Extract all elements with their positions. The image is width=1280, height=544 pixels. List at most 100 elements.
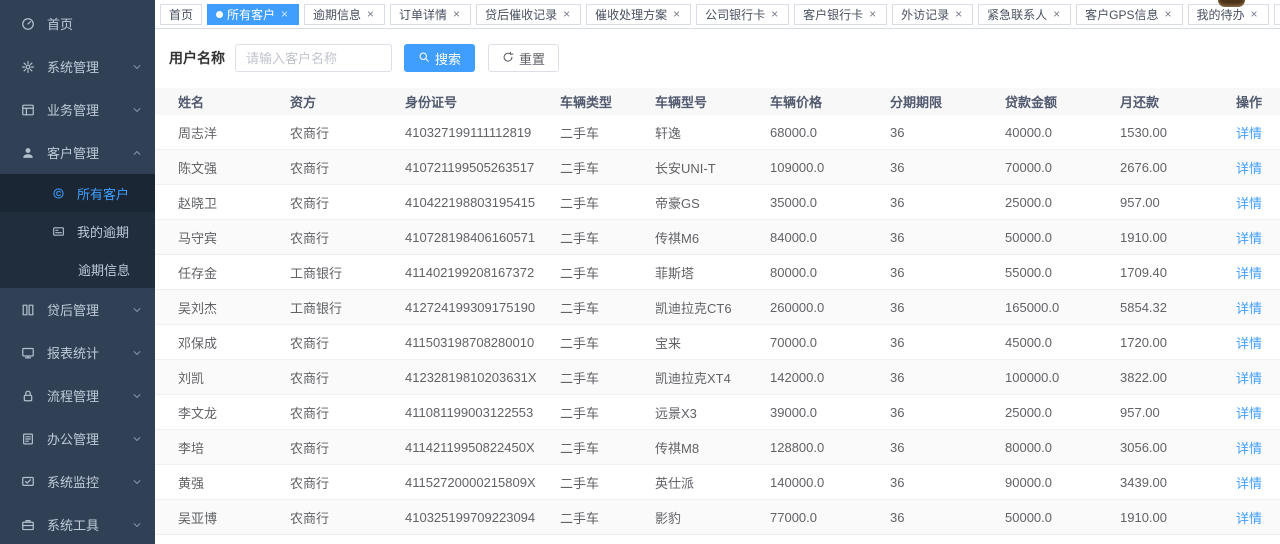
detail-link[interactable]: 详情	[1236, 476, 1262, 491]
tab-order-detail[interactable]: 订单详情×	[390, 4, 471, 25]
cell-vehicle-type: 二手车	[560, 368, 655, 387]
cell-vehicle-model: 轩逸	[655, 123, 770, 142]
detail-link[interactable]: 详情	[1236, 441, 1262, 456]
detail-link[interactable]: 详情	[1236, 126, 1262, 141]
cell-vehicle-price: 260000.0	[770, 300, 890, 315]
cell-monthly-payment: 1910.00	[1120, 230, 1235, 245]
close-icon[interactable]: ×	[769, 8, 780, 20]
close-icon[interactable]: ×	[1163, 8, 1174, 20]
cell-vehicle-model: 凯迪拉克CT6	[655, 298, 770, 317]
tab-label: 所有客户	[227, 6, 275, 23]
sidebar-item-report[interactable]: 报表统计	[0, 331, 155, 374]
cell-installment-term: 36	[890, 370, 1005, 385]
tab-visit-record[interactable]: 外访记录×	[892, 4, 973, 25]
tab-my-process[interactable]: 我的流程×	[1274, 4, 1280, 25]
tab-customer-bank-card[interactable]: 客户银行卡×	[794, 4, 887, 25]
close-icon[interactable]: ×	[561, 8, 572, 20]
close-icon[interactable]: ×	[671, 8, 682, 20]
sidebar-item-label: 客户管理	[47, 143, 131, 162]
sidebar-item-my-overdue[interactable]: 我的逾期	[0, 212, 155, 250]
table-row: 任存金工商银行411402199208167372二手车菲斯塔80000.036…	[155, 255, 1280, 290]
cell-monthly-payment: 1720.00	[1120, 335, 1235, 350]
cell-funder: 工商银行	[290, 263, 405, 282]
close-icon[interactable]: ×	[1249, 8, 1260, 20]
cell-installment-term: 36	[890, 475, 1005, 490]
detail-link[interactable]: 详情	[1236, 511, 1262, 526]
close-icon[interactable]: ×	[867, 8, 878, 20]
reset-button[interactable]: 重置	[488, 44, 559, 72]
sidebar-item-label: 办公管理	[47, 429, 131, 448]
cell-vehicle-model: 长安UNI-T	[655, 158, 770, 177]
cell-installment-term: 36	[890, 265, 1005, 280]
cell-monthly-payment: 1530.00	[1120, 125, 1235, 140]
close-icon[interactable]: ×	[365, 8, 376, 20]
detail-link[interactable]: 详情	[1236, 231, 1262, 246]
tab-overdue-info[interactable]: 逾期信息×	[304, 4, 385, 25]
cell-loan-amount: 80000.0	[1005, 440, 1120, 455]
close-icon[interactable]: ×	[279, 8, 290, 20]
cell-funder: 农商行	[290, 193, 405, 212]
detail-link[interactable]: 详情	[1236, 161, 1262, 176]
cell-vehicle-type: 二手车	[560, 228, 655, 247]
cell-vehicle-price: 128800.0	[770, 440, 890, 455]
search-button[interactable]: 搜索	[404, 44, 475, 72]
tab-collection-plan[interactable]: 催收处理方案×	[586, 4, 691, 25]
detail-link[interactable]: 详情	[1236, 301, 1262, 316]
close-icon[interactable]: ×	[1051, 8, 1062, 20]
cell-action: 详情	[1235, 333, 1280, 352]
cell-funder: 农商行	[290, 438, 405, 457]
tab-company-bank-card[interactable]: 公司银行卡×	[696, 4, 789, 25]
close-icon[interactable]: ×	[953, 8, 964, 20]
search-field-label: 用户名称	[169, 48, 225, 68]
sidebar-item-all-customers[interactable]: 所有客户	[0, 174, 155, 212]
avatar[interactable]	[1218, 0, 1245, 7]
cell-vehicle-type: 二手车	[560, 473, 655, 492]
tab-customer-gps[interactable]: 客户GPS信息×	[1076, 4, 1182, 25]
tab-home[interactable]: 首页	[160, 4, 202, 25]
column-header: 资方	[290, 92, 405, 111]
detail-link[interactable]: 详情	[1236, 371, 1262, 386]
cell-vehicle-type: 二手车	[560, 403, 655, 422]
sidebar-item-label: 所有客户	[77, 184, 129, 203]
sidebar-item-overdue-info[interactable]: 逾期信息	[0, 250, 155, 288]
sidebar-item-office[interactable]: 办公管理	[0, 417, 155, 460]
chevron-down-icon	[131, 390, 143, 402]
cell-installment-term: 36	[890, 510, 1005, 525]
detail-link[interactable]: 详情	[1236, 266, 1262, 281]
cell-vehicle-price: 140000.0	[770, 475, 890, 490]
cell-id-number: 41142119950822450X	[405, 440, 560, 455]
search-bar: 用户名称 搜索 重置	[155, 29, 1280, 72]
detail-link[interactable]: 详情	[1236, 406, 1262, 421]
cell-action: 详情	[1235, 403, 1280, 422]
close-icon[interactable]: ×	[451, 8, 462, 20]
sidebar-item-label: 贷后管理	[47, 300, 131, 319]
tab-emergency-contact[interactable]: 紧急联系人×	[978, 4, 1071, 25]
cell-monthly-payment: 957.00	[1120, 195, 1235, 210]
table-row: 黄强农商行41152720000215809X二手车英仕派140000.0369…	[155, 465, 1280, 500]
sidebar-item-loan[interactable]: 贷后管理	[0, 288, 155, 331]
sidebar-item-process[interactable]: 流程管理	[0, 374, 155, 417]
cell-vehicle-price: 84000.0	[770, 230, 890, 245]
chevron-down-icon	[131, 104, 143, 116]
detail-link[interactable]: 详情	[1236, 196, 1262, 211]
cell-action: 详情	[1235, 158, 1280, 177]
overdue-icon	[52, 225, 65, 238]
reset-button-label: 重置	[519, 49, 545, 68]
tab-collection-record[interactable]: 贷后催收记录×	[476, 4, 581, 25]
tab-all-customers[interactable]: 所有客户 ×	[207, 4, 299, 25]
cell-vehicle-type: 二手车	[560, 333, 655, 352]
sidebar-item-monitor[interactable]: 系统监控	[0, 460, 155, 503]
sidebar-item-business[interactable]: 业务管理	[0, 88, 155, 131]
detail-link[interactable]: 详情	[1236, 336, 1262, 351]
sidebar-item-system[interactable]: 系统管理	[0, 45, 155, 88]
sidebar-item-tools[interactable]: 系统工具	[0, 503, 155, 544]
table-row: 李文龙农商行411081199003122553二手车远景X339000.036…	[155, 395, 1280, 430]
sidebar-item-label: 流程管理	[47, 386, 131, 405]
customer-name-input[interactable]	[235, 44, 392, 72]
sidebar-item-customer[interactable]: 客户管理	[0, 131, 155, 174]
sidebar-item-home[interactable]: 首页	[0, 2, 155, 45]
cell-name: 吴刘杰	[155, 298, 290, 317]
column-header: 身份证号	[405, 92, 560, 111]
cell-name: 李培	[155, 438, 290, 457]
sidebar: 首页系统管理业务管理客户管理所有客户我的逾期逾期信息贷后管理报表统计流程管理办公…	[0, 0, 155, 544]
